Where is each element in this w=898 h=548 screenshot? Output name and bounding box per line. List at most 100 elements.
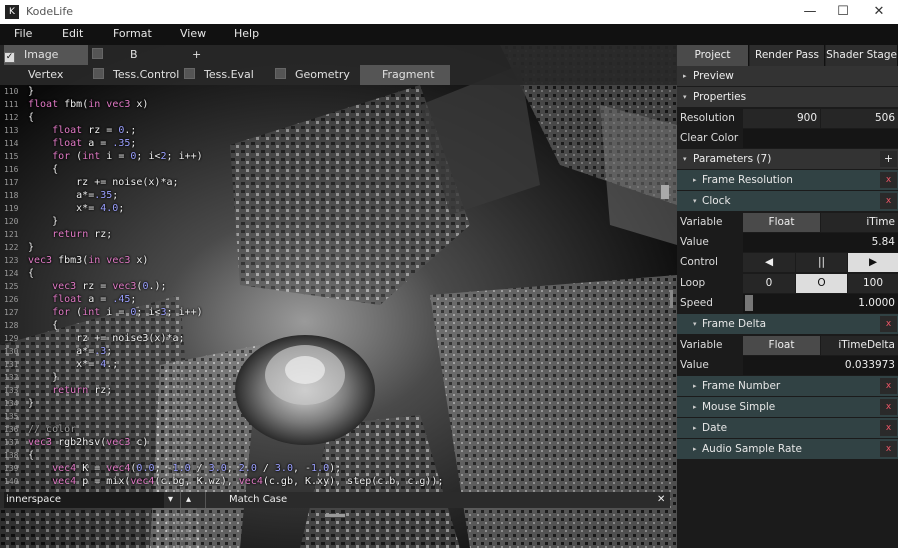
tab-fragment[interactable]: Fragment [360, 65, 450, 85]
checkbox-icon[interactable] [275, 68, 286, 79]
document-tabs: ✓ Image B + [0, 45, 677, 65]
tab-shader-stage[interactable]: Shader Stage [826, 45, 898, 66]
code-text: a*=.35; [28, 190, 119, 201]
param-frame-delta[interactable]: ▾ Frame Delta x [677, 314, 898, 334]
rewind-button[interactable]: ◀ [743, 253, 795, 272]
remove-parameter-button[interactable]: x [880, 193, 897, 209]
clock-type-select[interactable]: Float [743, 213, 820, 232]
code-text: for (int i = 0; i<2; i++) [52, 151, 203, 162]
speed-slider[interactable]: 1.0000 [743, 294, 898, 313]
param-frame-number[interactable]: ▸ Frame Number x [677, 376, 898, 396]
param-mouse-simple[interactable]: ▸ Mouse Simple x [677, 397, 898, 417]
checkbox-icon[interactable] [184, 68, 195, 79]
line-number: 120 [4, 217, 19, 226]
menu-edit[interactable]: Edit [62, 27, 83, 40]
chevron-right-icon: ▸ [693, 424, 697, 432]
close-button[interactable]: ✕ [864, 3, 894, 21]
code-text: return rz; [52, 385, 113, 396]
pause-button[interactable]: || [796, 253, 847, 272]
split-handle[interactable] [670, 290, 673, 308]
clear-color-row: Clear Color [677, 128, 898, 148]
maximize-button[interactable]: ☐ [828, 3, 858, 21]
section-parameters[interactable]: ▾ Parameters (7) + [677, 149, 898, 169]
app-logo: K [5, 5, 19, 19]
code-text: { [28, 320, 59, 331]
clock-loop-row: Loop 0 O 100 [677, 273, 898, 293]
remove-parameter-button[interactable]: x [880, 378, 897, 394]
checkbox-icon[interactable]: ✓ [4, 52, 15, 63]
menu-format[interactable]: Format [113, 27, 152, 40]
code-area[interactable]: 110} 111 float fbm(in vec3 x) 112 {113 float… [0, 85, 670, 533]
code-text: float a = .35; [52, 138, 137, 149]
tab-project[interactable]: Project [677, 45, 749, 66]
line-number: 133 [4, 386, 19, 395]
frame-delta-type-select[interactable]: Float [743, 336, 820, 355]
minimize-button[interactable]: — [795, 3, 825, 21]
param-clock[interactable]: ▾ Clock x [677, 191, 898, 211]
find-options-dropdown[interactable]: ▾ [168, 492, 173, 508]
remove-parameter-button[interactable]: x [880, 316, 897, 332]
add-tab-button[interactable]: + [192, 45, 201, 65]
divider [205, 492, 206, 508]
code-text: float fbm(in vec3 x) [28, 99, 149, 110]
tab-vertex[interactable]: Vertex [28, 65, 63, 85]
chevron-right-icon: ▸ [683, 72, 687, 80]
menu-view[interactable]: View [180, 27, 206, 40]
resolution-width-field[interactable]: 900 [743, 109, 820, 128]
code-text: { [28, 164, 59, 175]
find-input[interactable]: innerspace [4, 492, 164, 508]
tab-geometry[interactable]: Geometry [275, 65, 350, 85]
code-text: vec3 rgb2hsv(vec3 c) [28, 437, 149, 448]
tab-b[interactable]: B [92, 45, 176, 65]
console-resize-handle[interactable] [325, 514, 345, 517]
loop-end-field[interactable]: 100 [848, 274, 898, 293]
resolution-height-field[interactable]: 506 [821, 109, 898, 128]
remove-parameter-button[interactable]: x [880, 172, 897, 188]
line-number: 113 [4, 126, 19, 135]
tab-tess-control[interactable]: Tess.Control [93, 65, 179, 85]
chevron-down-icon: ▾ [693, 197, 697, 205]
find-previous-button[interactable]: ▴ [186, 492, 191, 508]
match-case-toggle[interactable]: Match Case [229, 492, 287, 508]
clear-color-swatch[interactable] [743, 129, 898, 148]
clock-control-row: Control ◀ || ▶ [677, 252, 898, 272]
checkbox-icon[interactable] [93, 68, 104, 79]
frame-delta-name-field[interactable]: iTimeDelta [821, 336, 898, 355]
remove-parameter-button[interactable]: x [880, 420, 897, 436]
line-number: 124 [4, 269, 19, 278]
frame-delta-value-field[interactable]: 0.033973 [743, 356, 898, 375]
clock-speed-row: Speed 1.0000 [677, 293, 898, 313]
section-properties[interactable]: ▾ Properties [677, 87, 898, 107]
section-preview[interactable]: ▸ Preview [677, 66, 898, 86]
loop-start-field[interactable]: 0 [743, 274, 795, 293]
tab-tess-eval[interactable]: Tess.Eval [184, 65, 254, 85]
line-number: 127 [4, 308, 19, 317]
code-text: return rz; [52, 229, 113, 240]
remove-parameter-button[interactable]: x [880, 441, 897, 457]
editor-scrollbar[interactable] [661, 185, 669, 199]
frame-delta-value-row: Value 0.033973 [677, 355, 898, 375]
param-date[interactable]: ▸ Date x [677, 418, 898, 438]
tab-render-pass[interactable]: Render Pass [750, 45, 825, 66]
line-number: 136 [4, 425, 19, 434]
shader-editor[interactable]: ✓ Image B + Vertex Tess.Control Tess.Eval… [0, 45, 677, 548]
param-frame-resolution[interactable]: ▸ Frame Resolution x [677, 170, 898, 190]
code-text: } [28, 216, 59, 227]
find-close-button[interactable]: ✕ [657, 492, 665, 508]
loop-toggle[interactable]: O [796, 274, 847, 293]
shader-stage-tabs: Vertex Tess.Control Tess.Eval Geometry F… [0, 65, 677, 85]
clock-name-field[interactable]: iTime [821, 213, 898, 232]
speed-slider-handle[interactable] [745, 295, 753, 311]
code-text: vec4 p = mix(vec4(c.bg, K.wz), vec4(c.gb… [52, 476, 444, 487]
remove-parameter-button[interactable]: x [880, 399, 897, 415]
checkbox-icon[interactable] [92, 48, 103, 59]
code-text: { [28, 268, 35, 279]
play-button[interactable]: ▶ [848, 253, 898, 272]
tab-image[interactable]: ✓ Image [4, 45, 88, 65]
menu-help[interactable]: Help [234, 27, 259, 40]
param-audio-sample-rate[interactable]: ▸ Audio Sample Rate x [677, 439, 898, 459]
add-parameter-button[interactable]: + [880, 151, 897, 167]
clock-value-field[interactable]: 5.84 [743, 233, 898, 252]
line-number: 129 [4, 334, 19, 343]
menu-file[interactable]: File [14, 27, 32, 40]
